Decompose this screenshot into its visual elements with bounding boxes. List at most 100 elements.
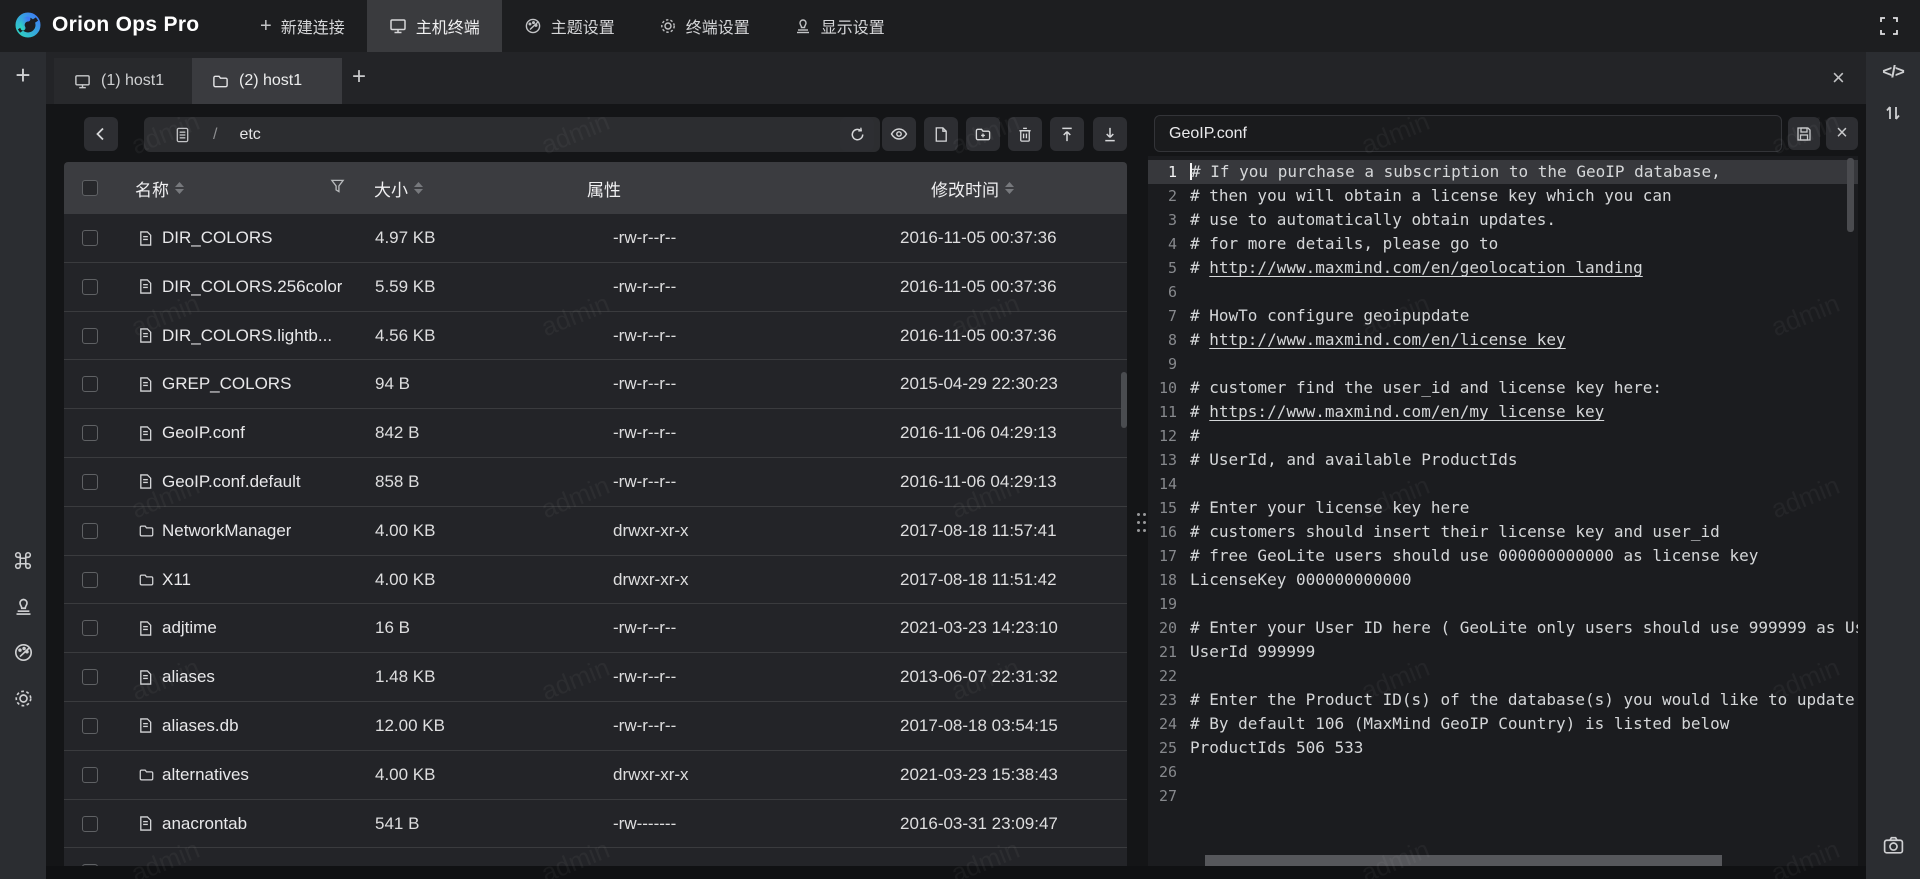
back-button[interactable] (84, 117, 118, 151)
save-icon (1796, 126, 1812, 142)
panel-resize-handle[interactable] (1137, 513, 1140, 516)
code-editor[interactable]: 1# If you purchase a subscription to the… (1148, 156, 1858, 866)
row-checkbox[interactable] (82, 718, 98, 734)
select-all-checkbox[interactable] (82, 180, 98, 196)
file-attrs: -rw------- (613, 800, 676, 848)
file-mtime: 2016-11-05 00:37:36 (900, 214, 1057, 262)
command-shortcut-button[interactable] (0, 550, 46, 572)
file-mtime: 2016-11-06 04:29:13 (900, 458, 1057, 506)
row-checkbox[interactable] (82, 620, 98, 636)
rail-display-button[interactable] (0, 596, 46, 617)
row-checkbox[interactable] (82, 279, 98, 295)
download-button[interactable] (1093, 117, 1127, 151)
header-mtime[interactable]: 修改时间 (931, 162, 1014, 214)
row-checkbox[interactable] (82, 572, 98, 588)
file-row[interactable]: alternatives 4.00 KB drwxr-xr-x 2021-03-… (64, 751, 1127, 800)
sort-arrows-icon[interactable] (414, 182, 423, 194)
menu-host-terminal[interactable]: 主机终端 (367, 0, 502, 52)
editor-line: 6 (1148, 280, 1858, 304)
tab-host1-files[interactable]: (2) host1 (192, 58, 342, 104)
editor-line: 23# Enter the Product ID(s) of the datab… (1148, 688, 1858, 712)
file-mtime: 2017-08-18 11:51:42 (900, 556, 1057, 604)
row-checkbox[interactable] (82, 376, 98, 392)
file-list-scrollbar[interactable] (1121, 372, 1127, 428)
menu-new-connection[interactable]: + 新建连接 (238, 0, 367, 52)
file-name: GeoIP.conf (162, 409, 245, 457)
file-row[interactable]: DIR_COLORS 4.97 KB -rw-r--r-- 2016-11-05… (64, 214, 1127, 263)
editor-filename-input[interactable]: GeoIP.conf (1154, 115, 1782, 152)
file-editor-panel: GeoIP.conf × 1# If you purchase a subscr… (1148, 104, 1858, 866)
row-checkbox[interactable] (82, 523, 98, 539)
row-checkbox[interactable] (82, 767, 98, 783)
sort-arrows-icon[interactable] (1005, 182, 1014, 194)
fullscreen-button[interactable] (1876, 13, 1902, 39)
tab-host1-terminal[interactable]: (1) host1 (54, 58, 192, 104)
editor-toggle-button[interactable]: </> (1866, 62, 1920, 82)
row-checkbox[interactable] (82, 328, 98, 344)
main-menu: + 新建连接 主机终端 主题设置 终端设置 (238, 0, 907, 52)
download-icon (1102, 126, 1118, 143)
line-link: https://www.maxmind.com/en/my_license_ke… (1209, 402, 1604, 421)
header-name[interactable]: 名称 (135, 162, 184, 214)
file-row[interactable]: aliases 1.48 KB -rw-r--r-- 2013-06-07 22… (64, 653, 1127, 702)
path-separator: / (213, 126, 217, 144)
screenshot-button[interactable] (1866, 834, 1920, 857)
filter-funnel-icon[interactable] (330, 178, 345, 194)
editor-horizontal-scrollbar[interactable] (1205, 855, 1722, 866)
file-row[interactable]: DIR_COLORS.256color 5.59 KB -rw-r--r-- 2… (64, 263, 1127, 312)
editor-line: 21UserId 999999 (1148, 640, 1858, 664)
line-link: http://www.maxmind.com/en/geolocation_la… (1209, 258, 1642, 277)
file-row[interactable]: GREP_COLORS 94 B -rw-r--r-- 2015-04-29 2… (64, 360, 1127, 409)
editor-vertical-scrollbar[interactable] (1847, 158, 1854, 232)
rail-theme-button[interactable] (0, 642, 46, 663)
line-text: # then you will obtain a license key whi… (1190, 186, 1672, 205)
line-number: 17 (1148, 544, 1177, 568)
editor-line: 19 (1148, 592, 1858, 616)
new-tab-button[interactable]: + (352, 64, 366, 90)
row-checkbox[interactable] (82, 669, 98, 685)
folder-icon (138, 523, 155, 539)
file-size: 12.00 KB (375, 702, 445, 750)
file-mtime: 2017-08-18 11:57:41 (900, 507, 1057, 555)
file-row[interactable]: adjtime 16 B -rw-r--r-- 2021-03-23 14:23… (64, 604, 1127, 653)
close-panel-button[interactable]: × (1832, 66, 1845, 90)
editor-close-button[interactable]: × (1826, 117, 1858, 150)
editor-line: 17# free GeoLite users should use 000000… (1148, 544, 1858, 568)
rail-settings-button[interactable] (0, 688, 46, 709)
file-row[interactable]: anacrontab 541 B -rw------- 2016-03-31 2… (64, 800, 1127, 849)
file-row[interactable]: GeoIP.conf 842 B -rw-r--r-- 2016-11-06 0… (64, 409, 1127, 458)
row-checkbox[interactable] (82, 230, 98, 246)
rail-new-button[interactable]: + (0, 60, 46, 91)
file-row[interactable]: GeoIP.conf.default 858 B -rw-r--r-- 2016… (64, 458, 1127, 507)
current-path: etc (239, 126, 260, 144)
line-text: # (1190, 330, 1209, 349)
sort-toggle-button[interactable] (1866, 102, 1920, 124)
menu-theme-settings[interactable]: 主题设置 (502, 0, 637, 52)
header-size[interactable]: 大小 (374, 162, 423, 214)
row-checkbox[interactable] (82, 816, 98, 832)
file-row[interactable]: aliases.db 12.00 KB -rw-r--r-- 2017-08-1… (64, 702, 1127, 751)
file-name: adjtime (162, 604, 217, 652)
line-text: # By default 106 (MaxMind GeoIP Country)… (1190, 714, 1729, 733)
file-row[interactable]: DIR_COLORS.lightb... 4.56 KB -rw-r--r-- … (64, 312, 1127, 361)
line-number: 21 (1148, 640, 1177, 664)
refresh-icon (849, 126, 866, 143)
menu-terminal-settings[interactable]: 终端设置 (637, 0, 772, 52)
delete-button[interactable] (1008, 117, 1042, 151)
line-text: # UserId, and available ProductIds (1190, 450, 1518, 469)
save-button[interactable] (1788, 117, 1820, 150)
new-folder-button[interactable] (966, 117, 1000, 151)
refresh-button[interactable] (840, 117, 874, 151)
row-checkbox[interactable] (82, 425, 98, 441)
breadcrumb[interactable]: / etc (144, 117, 880, 152)
row-checkbox[interactable] (82, 474, 98, 490)
sort-arrows-icon[interactable] (175, 182, 184, 194)
upload-button[interactable] (1050, 117, 1084, 151)
preview-button[interactable] (882, 117, 916, 151)
new-file-button[interactable] (924, 117, 958, 151)
file-type-icon (138, 360, 153, 408)
file-row[interactable]: NetworkManager 4.00 KB drwxr-xr-x 2017-0… (64, 507, 1127, 556)
menu-display-settings[interactable]: 显示设置 (772, 0, 907, 52)
file-row[interactable] (64, 848, 1127, 866)
file-row[interactable]: X11 4.00 KB drwxr-xr-x 2017-08-18 11:51:… (64, 556, 1127, 605)
